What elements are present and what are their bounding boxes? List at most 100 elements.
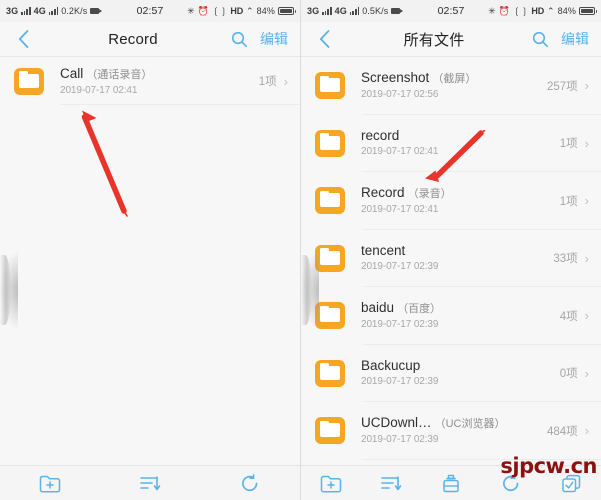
list-item[interactable]: record 2019-07-17 02:41 1项 ›: [301, 115, 601, 173]
list-item-count: 4项: [559, 310, 578, 323]
search-icon[interactable]: [530, 29, 550, 49]
network-type-2: 4G: [33, 6, 46, 16]
folder-icon: [315, 302, 345, 330]
page-title: 所有文件: [403, 31, 465, 49]
list-item-text: baidu （百度） 2019-07-17 02:39: [361, 300, 560, 331]
left-file-list[interactable]: Call （通话录音） 2019-07-17 02:41 1项 ›: [0, 57, 300, 465]
list-item-count: 1项: [559, 195, 578, 208]
recording-icon: [90, 8, 103, 14]
alarm-icon: ⏰: [498, 5, 511, 16]
refresh-icon[interactable]: [233, 470, 267, 496]
left-phone-panel: 3G 4G 0.2K/s 02:57 ✳ ⏰ ❲❳ HD ⌃ 84% Recor…: [0, 0, 300, 500]
chevron-right-icon: ›: [584, 365, 589, 381]
edit-button[interactable]: 编辑: [561, 29, 589, 49]
right-nav-bar: 所有文件 编辑: [301, 22, 601, 57]
sort-icon[interactable]: [374, 470, 408, 496]
list-item[interactable]: UCDownl… （UC浏览器） 2019-07-17 02:39 484项 ›: [301, 402, 601, 460]
list-item-name: Screenshot （截屏）: [361, 70, 477, 86]
list-item-name: baidu （百度）: [361, 300, 442, 316]
right-file-list[interactable]: Screenshot （截屏） 2019-07-17 02:56 257项 › reco…: [301, 57, 601, 465]
bluetooth-icon: ✳: [187, 5, 195, 16]
screenshot-stage: 3G 4G 0.2K/s 02:57 ✳ ⏰ ❲❳ HD ⌃ 84% Recor…: [0, 0, 601, 500]
list-item-count: 484项: [546, 425, 578, 438]
chevron-right-icon: ›: [584, 193, 589, 209]
back-button[interactable]: [313, 28, 335, 50]
folder-icon: [315, 72, 345, 100]
list-item-date: 2019-07-17 02:39: [361, 319, 439, 331]
list-item[interactable]: baidu （百度） 2019-07-17 02:39 4项 ›: [301, 287, 601, 345]
list-item-date: 2019-07-17 02:41: [361, 146, 439, 158]
status-left-group: 3G 4G 0.2K/s: [6, 6, 103, 16]
list-item-text: Backucup 2019-07-17 02:39: [361, 358, 560, 388]
list-item-count: 33项: [553, 253, 578, 266]
list-item-name-cn: （UC浏览器）: [431, 418, 506, 431]
folder-icon: [315, 129, 345, 157]
signal-bars-icon-1: [21, 7, 31, 15]
list-item-name-cn: （通话录音）: [83, 68, 153, 81]
list-item-name: Record （录音）: [361, 185, 452, 201]
list-item-date: 2019-07-17 02:39: [361, 376, 439, 388]
sort-icon[interactable]: [133, 470, 167, 496]
list-item-count: 257项: [546, 80, 578, 93]
list-item[interactable]: tencent 2019-07-17 02:39 33项 ›: [301, 230, 601, 288]
folder-icon: [315, 359, 345, 387]
edit-button[interactable]: 编辑: [260, 29, 288, 49]
right-nav-actions: 编辑: [530, 29, 589, 49]
signal-bars-icon-2: [48, 7, 59, 15]
new-folder-icon[interactable]: [314, 470, 348, 496]
list-item[interactable]: Call （通话录音） 2019-07-17 02:41 1项 ›: [0, 57, 300, 105]
chevron-right-icon: ›: [584, 78, 589, 94]
chevron-right-icon: ›: [584, 308, 589, 324]
battery-percent: 84%: [557, 6, 576, 16]
list-item-count: 0项: [559, 368, 578, 381]
site-watermark: sjpcw.cn: [500, 454, 597, 478]
status-right-group: ✳ ⏰ ❲❳ HD ⌃ 84%: [488, 5, 597, 16]
chevron-right-icon: ›: [584, 423, 589, 439]
back-button[interactable]: [12, 28, 34, 50]
network-speed: 0.2K/s: [61, 6, 88, 16]
bluetooth-icon: ✳: [488, 5, 496, 16]
list-item-text: Call （通话录音） 2019-07-17 02:41: [60, 66, 259, 97]
left-status-bar: 3G 4G 0.2K/s 02:57 ✳ ⏰ ❲❳ HD ⌃ 84%: [0, 0, 300, 22]
list-item-name-cn: （录音）: [404, 188, 452, 201]
vibrate-icon: ❲❳: [212, 5, 228, 16]
folder-icon: [315, 417, 345, 445]
list-item-text: record 2019-07-17 02:41: [361, 128, 560, 158]
chevron-right-icon: ›: [283, 73, 288, 89]
list-item-name: tencent: [361, 243, 406, 259]
list-item-name-cn: （百度）: [394, 303, 442, 316]
status-right-group: ✳ ⏰ ❲❳ HD ⌃ 84%: [187, 5, 296, 16]
right-status-bar: 3G 4G 0.5K/s 02:57 ✳ ⏰ ❲❳ HD ⌃ 84%: [301, 0, 601, 22]
list-item-date: 2019-07-17 02:41: [60, 84, 138, 96]
list-item-date: 2019-07-17 02:39: [361, 261, 439, 273]
list-item-text: UCDownl… （UC浏览器） 2019-07-17 02:39: [361, 415, 547, 446]
list-item-text: Record （录音） 2019-07-17 02:41: [361, 185, 560, 216]
left-nav-bar: Record 编辑: [0, 22, 300, 57]
left-nav-actions: 编辑: [229, 29, 288, 49]
list-item-name: Call （通话录音）: [60, 65, 153, 81]
battery-icon: [278, 7, 296, 15]
list-item-name: UCDownl… （UC浏览器）: [361, 415, 506, 431]
chevron-right-icon: ›: [584, 250, 589, 266]
signal-bars-icon-2: [349, 7, 360, 15]
list-item[interactable]: Screenshot （截屏） 2019-07-17 02:56 257项 ›: [301, 57, 601, 115]
left-bottom-toolbar: [0, 465, 300, 500]
list-item-text: Screenshot （截屏） 2019-07-17 02:56: [361, 70, 547, 101]
vibrate-icon: ❲❳: [513, 5, 529, 16]
wifi-icon: ⌃: [246, 5, 254, 16]
hd-icon: HD: [230, 6, 244, 16]
hd-icon: HD: [531, 6, 545, 16]
new-folder-icon[interactable]: [33, 470, 67, 496]
list-item-date: 2019-07-17 02:39: [361, 434, 439, 446]
recording-icon: [391, 8, 404, 14]
search-icon[interactable]: [229, 29, 249, 49]
network-type-2: 4G: [334, 6, 347, 16]
list-item[interactable]: Record （录音） 2019-07-17 02:41 1项 ›: [301, 172, 601, 230]
list-item-date: 2019-07-17 02:56: [361, 89, 439, 101]
right-phone-panel: 3G 4G 0.5K/s 02:57 ✳ ⏰ ❲❳ HD ⌃ 84% 所有文件 …: [300, 0, 601, 500]
list-item-name: record: [361, 128, 400, 144]
paste-icon[interactable]: [434, 470, 468, 496]
list-item[interactable]: Backucup 2019-07-17 02:39 0项 ›: [301, 345, 601, 403]
battery-icon: [579, 7, 597, 15]
folder-icon: [315, 244, 345, 272]
